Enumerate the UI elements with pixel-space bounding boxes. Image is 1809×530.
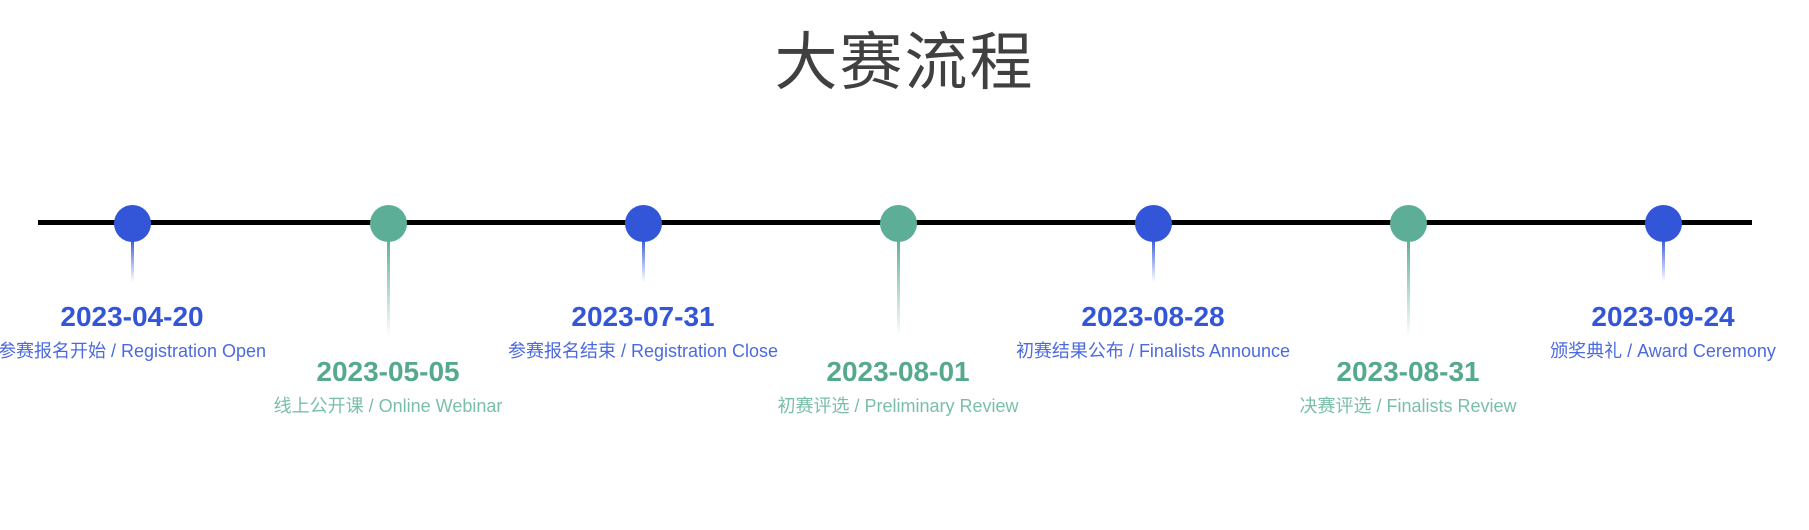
timeline-node-dot[interactable] bbox=[369, 205, 407, 242]
timeline-node-description: 初赛评选 / Preliminary Review bbox=[777, 396, 1019, 417]
timeline-node-connector bbox=[130, 238, 134, 282]
timeline-node-dot[interactable] bbox=[1644, 205, 1682, 242]
timeline-node-label: 2023-08-31 决赛评选 / Finalists Review bbox=[1258, 355, 1558, 419]
timeline-node-date: 2023-09-24 bbox=[1591, 301, 1735, 332]
timeline-node-connector bbox=[896, 238, 900, 337]
timeline-node-dot[interactable] bbox=[879, 205, 917, 242]
timeline-node-label: 2023-05-05 线上公开课 / Online Webinar bbox=[238, 355, 538, 419]
timeline-node-date: 2023-08-28 bbox=[1081, 301, 1225, 332]
timeline-node-description: 决赛评选 / Finalists Review bbox=[1299, 396, 1517, 417]
timeline-node-dot[interactable] bbox=[1134, 205, 1172, 242]
timeline-node-connector bbox=[1151, 238, 1155, 282]
timeline-node-connector bbox=[1661, 238, 1665, 282]
timeline-node-connector bbox=[1406, 238, 1410, 337]
timeline-node-date: 2023-04-20 bbox=[60, 301, 204, 332]
timeline-node-label: 2023-09-24 颁奖典礼 / Award Ceremony bbox=[1513, 300, 1809, 364]
timeline-node-connector bbox=[641, 238, 645, 282]
timeline-node-date: 2023-07-31 bbox=[571, 301, 715, 332]
timeline-node-dot[interactable] bbox=[1389, 205, 1427, 242]
timeline-infographic: 大赛流程 2023-04-20 参赛报名开始 / Registration Ope… bbox=[0, 0, 1809, 530]
timeline-node-description: 颁奖典礼 / Award Ceremony bbox=[1550, 341, 1776, 362]
timeline-node-dot[interactable] bbox=[113, 205, 151, 242]
timeline-node-description: 线上公开课 / Online Webinar bbox=[273, 396, 503, 417]
timeline-nodes-layer: 2023-04-20 参赛报名开始 / Registration Open 2023… bbox=[0, 0, 1809, 530]
timeline-node-connector bbox=[386, 238, 390, 337]
timeline-node-dot[interactable] bbox=[624, 205, 662, 242]
timeline-node-label: 2023-08-01 初赛评选 / Preliminary Review bbox=[748, 355, 1048, 419]
